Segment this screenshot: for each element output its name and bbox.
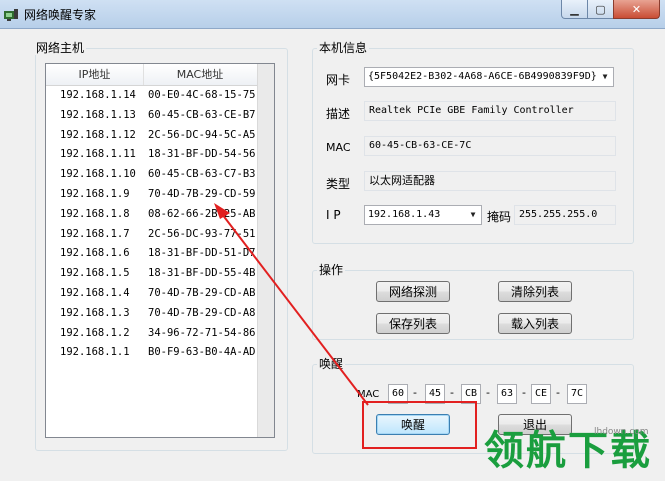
- host-mac-cell: 70-4D-7B-29-CD-AB: [148, 286, 256, 299]
- table-row[interactable]: 192.168.1.8 08-62-66-2B-25-AB: [46, 205, 257, 225]
- local-info-legend: 本机信息: [317, 41, 370, 55]
- hosts-list-rows: 192.168.1.14 00-E0-4C-68-15-75 192.168.1.1…: [46, 86, 257, 363]
- table-row[interactable]: 192.168.1.1 B0-F9-63-B0-4A-AD: [46, 343, 257, 363]
- maximize-button[interactable]: ▢: [587, 0, 614, 19]
- hosts-list-scrollbar[interactable]: [257, 64, 274, 437]
- wake-mac-label: MAC: [357, 389, 380, 400]
- chevron-down-icon: ▼: [470, 210, 476, 219]
- table-row[interactable]: 192.168.1.5 18-31-BF-DD-55-4B: [46, 264, 257, 284]
- operations-group: [312, 270, 634, 340]
- host-mac-cell: 2C-56-DC-94-5C-A5: [148, 128, 256, 141]
- type-field: 以太网适配器: [364, 171, 616, 191]
- host-mac-cell: 00-E0-4C-68-15-75: [148, 89, 256, 101]
- wake-legend: 唤醒: [317, 357, 346, 371]
- table-row[interactable]: 192.168.1.4 70-4D-7B-29-CD-AB: [46, 284, 257, 304]
- table-row[interactable]: 192.168.1.3 70-4D-7B-29-CD-A8: [46, 304, 257, 324]
- host-ip-cell: 192.168.1.7: [60, 227, 130, 240]
- close-icon: ✕: [631, 2, 642, 16]
- table-row[interactable]: 192.168.1.6 18-31-BF-DD-51-D7: [46, 244, 257, 264]
- column-header-mac[interactable]: MAC地址: [143, 64, 258, 85]
- table-row[interactable]: 192.168.1.7 2C-56-DC-93-77-51: [46, 225, 257, 245]
- desc-field: Realtek PCIe GBE Family Controller: [364, 101, 616, 121]
- octet-separator: -: [486, 386, 490, 399]
- table-row[interactable]: 192.168.1.10 60-45-CB-63-C7-B3: [46, 165, 257, 185]
- title-bar[interactable]: 网络唤醒专家 ▁ ▢ ✕: [0, 0, 665, 29]
- desc-label: 描述: [326, 107, 351, 121]
- host-mac-cell: 18-31-BF-DD-51-D7: [148, 247, 256, 260]
- host-ip-cell: 192.168.1.5: [60, 267, 130, 280]
- host-ip-cell: 192.168.1.4: [60, 286, 130, 299]
- table-row[interactable]: 192.168.1.12 2C-56-DC-94-5C-A5: [46, 126, 257, 146]
- type-label: 类型: [326, 177, 351, 191]
- table-row[interactable]: 192.168.1.2 34-96-72-71-54-86: [46, 324, 257, 344]
- host-ip-cell: 192.168.1.1: [60, 346, 130, 359]
- host-ip-cell: 192.168.1.13: [60, 108, 136, 121]
- annotation-highlight-box: [362, 401, 477, 449]
- host-ip-cell: 192.168.1.6: [60, 247, 130, 260]
- app-window: 网络唤醒专家 ▁ ▢ ✕ 网络主机 IP地址 MAC地址 192.168.1.1…: [0, 0, 665, 481]
- nic-select-value: {5F5042E2-B302-4A68-A6CE-6B4990839F9D}: [368, 71, 597, 82]
- ip-label: I P: [326, 208, 341, 222]
- mac-octet-6[interactable]: 7C: [567, 384, 587, 404]
- operations-legend: 操作: [317, 263, 346, 277]
- host-mac-cell: 60-45-CB-63-CE-B7: [148, 108, 256, 121]
- minimize-button[interactable]: ▁: [561, 0, 588, 19]
- host-ip-cell: 192.168.1.3: [60, 306, 130, 319]
- host-mac-cell: 18-31-BF-DD-55-4B: [148, 267, 256, 280]
- table-row[interactable]: 192.168.1.9 70-4D-7B-29-CD-59: [46, 185, 257, 205]
- watermark-url: lhdown.com: [594, 427, 649, 437]
- host-mac-cell: 08-62-66-2B-25-AB: [148, 207, 256, 220]
- hosts-list-header: IP地址 MAC地址: [46, 64, 274, 86]
- host-ip-cell: 192.168.1.2: [60, 326, 130, 339]
- save-list-button[interactable]: 保存列表: [376, 313, 450, 334]
- host-mac-cell: 34-96-72-71-54-86: [148, 326, 256, 339]
- mac-octet-5[interactable]: CE: [531, 384, 551, 404]
- column-header-ip[interactable]: IP地址: [46, 64, 144, 85]
- hosts-group-legend: 网络主机: [34, 41, 87, 55]
- host-ip-cell: 192.168.1.14: [60, 89, 136, 101]
- ip-select-value: 192.168.1.43: [368, 209, 441, 220]
- host-ip-cell: 192.168.1.10: [60, 168, 136, 181]
- host-ip-cell: 192.168.1.12: [60, 128, 136, 141]
- close-button[interactable]: ✕: [613, 0, 660, 19]
- host-mac-cell: 2C-56-DC-93-77-51: [148, 227, 256, 240]
- detect-network-button[interactable]: 网络探测: [376, 281, 450, 302]
- host-mac-cell: 60-45-CB-63-C7-B3: [148, 168, 256, 181]
- table-row[interactable]: 192.168.1.11 18-31-BF-DD-54-56: [46, 145, 257, 165]
- octet-separator: -: [522, 386, 526, 399]
- mac-octet-4[interactable]: 63: [497, 384, 517, 404]
- table-row[interactable]: 192.168.1.14 00-E0-4C-68-15-75: [46, 86, 257, 106]
- octet-separator: -: [450, 386, 454, 399]
- maximize-icon: ▢: [595, 2, 606, 16]
- chevron-down-icon: ▼: [602, 72, 608, 81]
- host-ip-cell: 192.168.1.8: [60, 207, 130, 220]
- host-ip-cell: 192.168.1.11: [60, 148, 136, 161]
- ip-select[interactable]: 192.168.1.43 ▼: [364, 205, 482, 225]
- mac-field: 60-45-CB-63-CE-7C: [364, 136, 616, 156]
- nic-label: 网卡: [326, 73, 351, 87]
- host-mac-cell: 18-31-BF-DD-54-56: [148, 148, 256, 161]
- host-mac-cell: B0-F9-63-B0-4A-AD: [148, 346, 256, 359]
- mask-field: 255.255.255.0: [514, 205, 616, 225]
- mac-label: MAC: [326, 141, 351, 154]
- host-ip-cell: 192.168.1.9: [60, 187, 130, 200]
- nic-select[interactable]: {5F5042E2-B302-4A68-A6CE-6B4990839F9D} ▼: [364, 67, 614, 87]
- host-mac-cell: 70-4D-7B-29-CD-59: [148, 187, 256, 200]
- window-title: 网络唤醒专家: [24, 8, 97, 22]
- octet-separator: -: [556, 386, 560, 399]
- host-mac-cell: 70-4D-7B-29-CD-A8: [148, 306, 256, 319]
- mask-label: 掩码: [487, 210, 512, 224]
- app-icon: [4, 9, 18, 21]
- load-list-button[interactable]: 载入列表: [498, 313, 572, 334]
- minimize-icon: ▁: [570, 2, 579, 16]
- table-row[interactable]: 192.168.1.13 60-45-CB-63-CE-B7: [46, 106, 257, 126]
- hosts-list[interactable]: IP地址 MAC地址 192.168.1.14 00-E0-4C-68-15-75…: [45, 63, 275, 438]
- octet-separator: -: [413, 386, 417, 399]
- clear-list-button[interactable]: 清除列表: [498, 281, 572, 302]
